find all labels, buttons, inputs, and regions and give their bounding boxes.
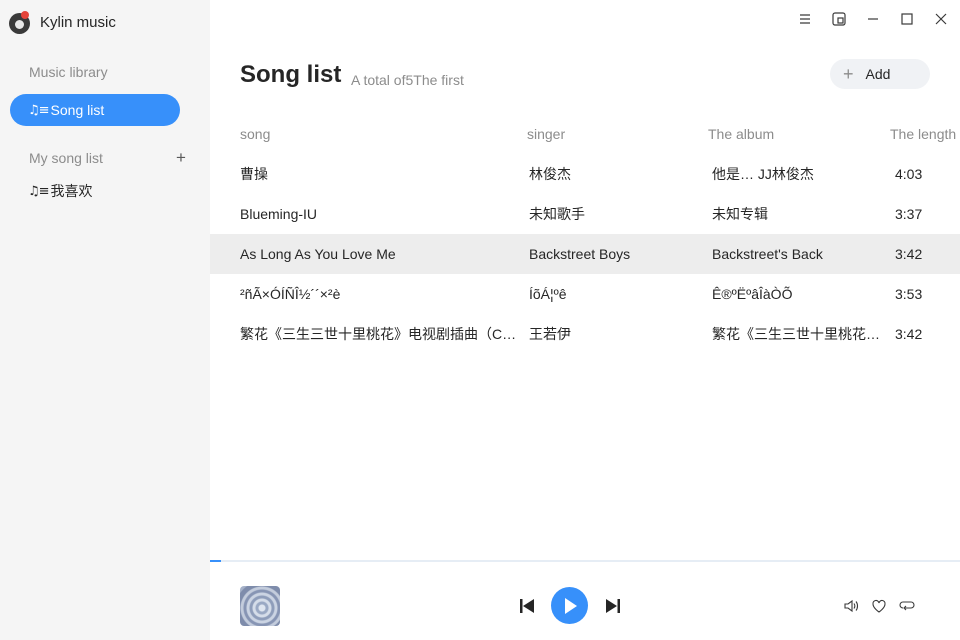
album-cover[interactable] [240, 586, 280, 626]
menu-button[interactable] [795, 9, 815, 29]
mini-mode-icon [832, 12, 846, 26]
column-header-singer[interactable]: singer [527, 126, 565, 142]
page-title: Song list [240, 61, 342, 88]
column-header-length[interactable]: The length [890, 126, 956, 142]
music-note-icon: ♫≡ [28, 102, 50, 118]
menu-icon [800, 14, 810, 24]
close-icon [935, 13, 947, 25]
song-title: Blueming-IU [240, 206, 318, 222]
loop-button[interactable] [897, 596, 917, 616]
loop-icon [899, 601, 915, 611]
song-title: ²ñÃ×ÓÍÑÎ½´´×²è [240, 286, 341, 302]
song-singer: 林俊杰 [529, 166, 571, 182]
app-title: Kylin music [40, 14, 116, 31]
sidebar-item-label: 我喜欢 [50, 183, 93, 199]
play-icon [564, 597, 577, 614]
sidebar-item-music-library[interactable]: Music library [29, 64, 108, 80]
volume-button[interactable] [841, 596, 861, 616]
song-album: 繁花《三生三世十里桃花… [712, 326, 880, 342]
next-button[interactable] [603, 596, 623, 616]
minimize-button[interactable] [863, 9, 883, 29]
song-length: 3:37 [895, 206, 923, 222]
table-row-selected[interactable]: As Long As You Love Me Backstreet Boys B… [210, 234, 960, 274]
sidebar-item-label: Song list [50, 102, 105, 118]
song-length: 4:03 [895, 166, 923, 182]
sidebar: Kylin music Music library ♫≡ Song list M… [0, 0, 210, 640]
playback-progress-bar[interactable] [210, 560, 960, 562]
minimize-icon [868, 18, 878, 20]
table-row[interactable]: 繁花《三生三世十里桃花》电视剧插曲（C… 王若伊 繁花《三生三世十里桃花… 3:… [210, 314, 960, 354]
plus-icon: + [843, 63, 854, 84]
sidebar-item-playlist[interactable]: ♫≡ 我喜欢 [10, 175, 180, 207]
song-length: 3:42 [895, 326, 923, 342]
add-button-label: Add [865, 66, 891, 82]
play-button[interactable] [551, 587, 588, 624]
song-title: 繁花《三生三世十里桃花》电视剧插曲（C… [240, 326, 517, 342]
sidebar-item-song-list[interactable]: ♫≡ Song list [10, 94, 180, 126]
maximize-icon [901, 13, 913, 25]
table-row[interactable]: Blueming-IU 未知歌手 未知专辑 3:37 [210, 194, 960, 234]
song-singer: 王若伊 [529, 326, 571, 342]
song-album: Backstreet's Back [712, 246, 823, 262]
song-album: Ê®ºËºâÎàÒÕ [712, 286, 793, 302]
favorite-button[interactable] [869, 596, 889, 616]
song-length: 3:53 [895, 286, 923, 302]
song-length: 3:42 [895, 246, 923, 262]
add-playlist-button[interactable]: + [173, 149, 189, 166]
next-icon [606, 599, 620, 613]
song-title: As Long As You Love Me [240, 246, 396, 262]
app-window: Kylin music Music library ♫≡ Song list M… [0, 0, 960, 640]
playback-progress-fill [210, 560, 222, 562]
song-singer: ÍõÁ¦ºê [529, 286, 567, 302]
app-logo-icon [9, 11, 30, 34]
song-title: 曹操 [240, 166, 268, 182]
song-album: 他是… JJ林俊杰 [712, 166, 814, 182]
table-row[interactable]: ²ñÃ×ÓÍÑÎ½´´×²è ÍõÁ¦ºê Ê®ºËºâÎàÒÕ 3:53 [210, 274, 960, 314]
close-button[interactable] [931, 9, 951, 29]
column-header-album[interactable]: The album [708, 126, 774, 142]
song-singer: Backstreet Boys [529, 246, 631, 262]
my-song-list-label: My song list [29, 150, 103, 166]
music-note-icon: ♫≡ [28, 183, 50, 199]
maximize-button[interactable] [897, 9, 917, 29]
add-button[interactable]: + Add [830, 59, 930, 89]
previous-button[interactable] [517, 596, 537, 616]
column-header-song[interactable]: song [240, 126, 270, 142]
previous-icon [520, 599, 534, 613]
volume-icon [844, 599, 859, 613]
song-album: 未知专辑 [712, 206, 768, 222]
mini-mode-button[interactable] [829, 9, 849, 29]
heart-icon [872, 599, 886, 613]
table-row[interactable]: 曹操 林俊杰 他是… JJ林俊杰 4:03 [210, 154, 960, 194]
song-count-subtitle: A total of5The first [351, 72, 464, 88]
song-singer: 未知歌手 [529, 206, 585, 222]
